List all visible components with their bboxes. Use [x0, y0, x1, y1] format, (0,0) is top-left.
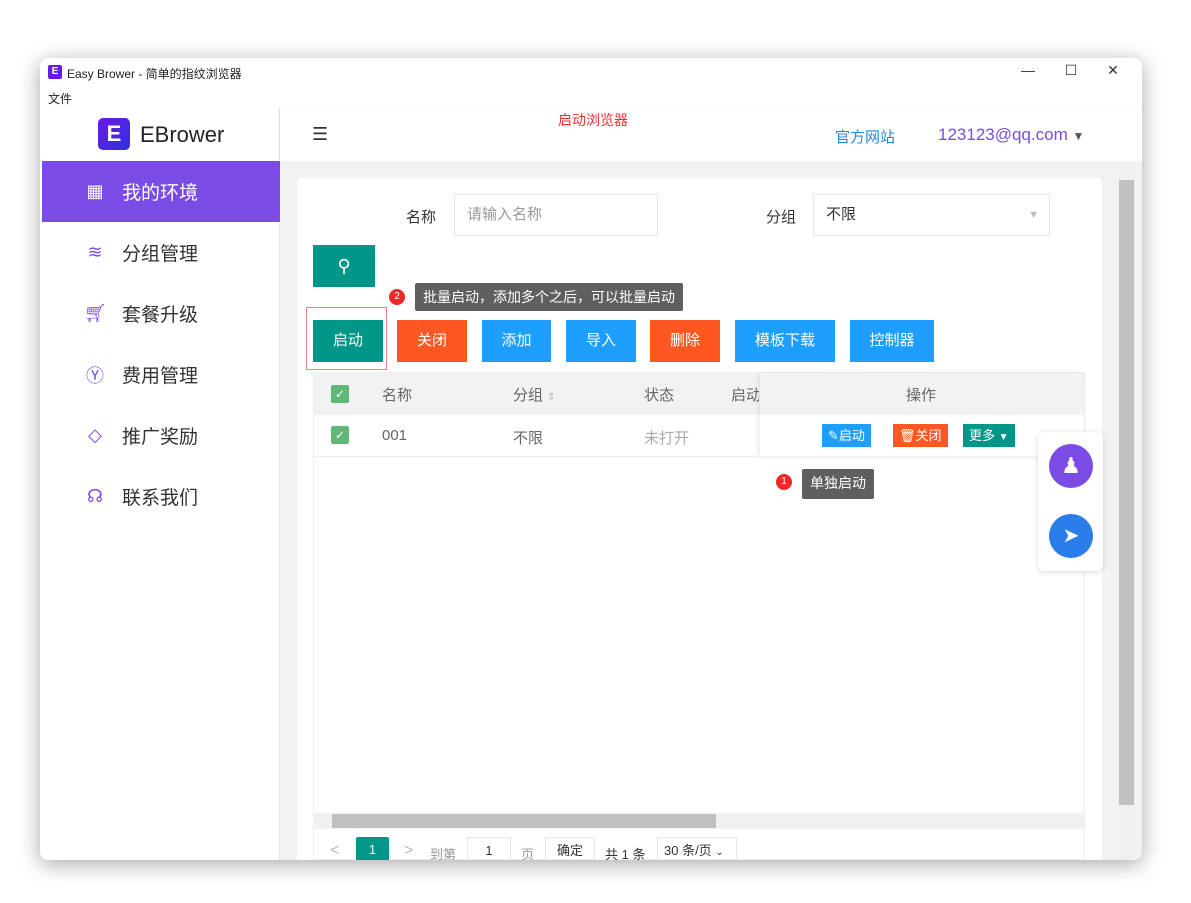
sidebar-item-environments[interactable]: ▦ 我的环境 — [42, 161, 280, 222]
per-page-select[interactable]: 30 条/页 ⌄ — [657, 837, 737, 860]
vertical-scrollbar[interactable] — [1118, 168, 1135, 860]
cart-icon: 🛒︎ — [84, 303, 107, 323]
annotation-start-browser: 启动浏览器 — [558, 112, 628, 128]
start-button[interactable]: 启动 — [313, 320, 383, 362]
name-filter-label: 名称 — [406, 209, 437, 226]
annotation-badge: 1 — [776, 474, 792, 490]
per-page-value: 30 条/页 — [664, 843, 712, 858]
sidebar-item-label: 我的环境 — [122, 183, 199, 204]
row-close-button[interactable]: 🗑︎关闭 — [893, 424, 948, 447]
sidebar-item-billing[interactable]: Ⓨ 费用管理 — [42, 344, 280, 405]
diamond-icon: ◇ — [88, 425, 102, 445]
sort-icon: ⇕ — [547, 392, 556, 403]
chevron-down-icon: ⌄ — [715, 847, 724, 858]
row-status: 未打开 — [644, 430, 690, 447]
row-start-button[interactable]: ✎启动 — [822, 424, 871, 447]
search-button[interactable]: ⚲ — [313, 245, 375, 287]
sidebar-item-label: 费用管理 — [122, 366, 199, 387]
header-group-label: 分组 — [513, 387, 544, 404]
page-1[interactable]: 1 — [356, 837, 389, 860]
goto-confirm-button[interactable]: 确定 — [545, 837, 595, 860]
header-start: 启动 — [731, 387, 759, 404]
sidebar-item-label: 套餐升级 — [122, 305, 199, 326]
brand-name: EBrower — [140, 122, 225, 147]
user-menu[interactable]: 123123@qq.com ▼ — [938, 125, 1084, 145]
prev-page-icon[interactable]: < — [330, 842, 339, 860]
goto-label: 到第 — [430, 847, 457, 860]
batch-start-tooltip: 批量启动，添加多个之后，可以批量启动 — [415, 283, 683, 311]
close-button[interactable]: 关闭 — [397, 320, 467, 362]
title-bar: E Easy Brower - 简单的指纹浏览器 — ☐ ✕ — [40, 58, 1142, 86]
window-title: Easy Brower - 简单的指纹浏览器 — [67, 67, 242, 81]
sidebar-item-referral[interactable]: ◇ 推广奖励 — [42, 405, 280, 466]
single-start-tooltip: 单独启动 — [802, 469, 874, 499]
caret-down-icon: ▼ — [1072, 129, 1085, 143]
controller-button[interactable]: 控制器 — [850, 320, 934, 362]
header-group[interactable]: 分组 ⇕ — [513, 384, 556, 405]
annotation-badge: 2 — [389, 289, 405, 305]
sidebar-item-plans[interactable]: 🛒︎ 套餐升级 — [42, 283, 280, 344]
trash-icon: 🗑︎ — [899, 428, 916, 443]
caret-down-icon: ▼ — [998, 432, 1009, 443]
name-filter-input[interactable]: 请输入名称 — [454, 194, 658, 236]
layers-icon: ≋ — [87, 242, 103, 262]
minimize-button[interactable]: — — [1018, 62, 1038, 82]
sidebar-item-label: 分组管理 — [122, 244, 199, 265]
menu-file[interactable]: 文件 — [48, 90, 72, 107]
row-checkbox[interactable]: ✓ — [331, 426, 349, 444]
select-all-checkbox[interactable]: ✓ — [331, 385, 349, 403]
row-name: 001 — [382, 427, 408, 444]
grid-icon: ▦ — [86, 181, 104, 201]
group-filter-value: 不限 — [826, 206, 857, 223]
goto-page-input[interactable]: 1 — [467, 837, 511, 860]
next-page-icon[interactable]: > — [404, 842, 413, 860]
sidebar-item-label: 推广奖励 — [122, 427, 199, 448]
row-more-label: 更多 — [969, 428, 996, 443]
group-filter-select[interactable]: 不限 ▼ — [813, 194, 1050, 236]
header-ops: 操作 — [906, 387, 937, 404]
pencil-icon: ✎ — [828, 428, 839, 443]
template-download-button[interactable]: 模板下载 — [735, 320, 835, 362]
total-count: 共 1 条 — [605, 847, 646, 860]
sidebar-item-groups[interactable]: ≋ 分组管理 — [42, 222, 280, 283]
header-name: 名称 — [382, 387, 413, 404]
app-window: E Easy Brower - 简单的指纹浏览器 — ☐ ✕ 文件 E EBro… — [40, 58, 1142, 860]
sidebar-item-label: 联系我们 — [122, 488, 199, 509]
row-more-button[interactable]: 更多 ▼ — [963, 424, 1015, 447]
group-filter-label: 分组 — [766, 209, 797, 226]
row-close-label: 关闭 — [915, 428, 942, 443]
maximize-button[interactable]: ☐ — [1061, 62, 1081, 82]
caret-down-icon: ▼ — [1028, 209, 1039, 221]
search-icon: ⚲ — [337, 256, 351, 276]
headset-icon: ☊ — [87, 486, 103, 506]
menu-collapse-icon[interactable]: ☰ — [312, 124, 328, 145]
row-divider — [314, 456, 1084, 457]
horizontal-scrollbar[interactable] — [314, 813, 1084, 829]
import-button[interactable]: 导入 — [566, 320, 636, 362]
add-button[interactable]: 添加 — [482, 320, 551, 362]
yen-icon: Ⓨ — [86, 365, 104, 386]
brand-logo-icon: E — [98, 118, 130, 150]
delete-button[interactable]: 删除 — [650, 320, 720, 362]
sidebar-item-contact[interactable]: ☊ 联系我们 — [42, 466, 280, 527]
app-logo-icon: E — [48, 65, 62, 79]
row-start-label: 启动 — [838, 428, 865, 443]
user-email: 123123@qq.com — [938, 125, 1068, 144]
row-group: 不限 — [513, 430, 544, 447]
official-site-link[interactable]: 官方网站 — [835, 126, 895, 147]
telegram-icon[interactable]: ➤ — [1049, 514, 1093, 558]
qq-icon[interactable]: ♟ — [1049, 444, 1093, 488]
header-status: 状态 — [644, 387, 675, 404]
page-unit-label: 页 — [521, 847, 535, 860]
close-window-button[interactable]: ✕ — [1103, 62, 1123, 82]
